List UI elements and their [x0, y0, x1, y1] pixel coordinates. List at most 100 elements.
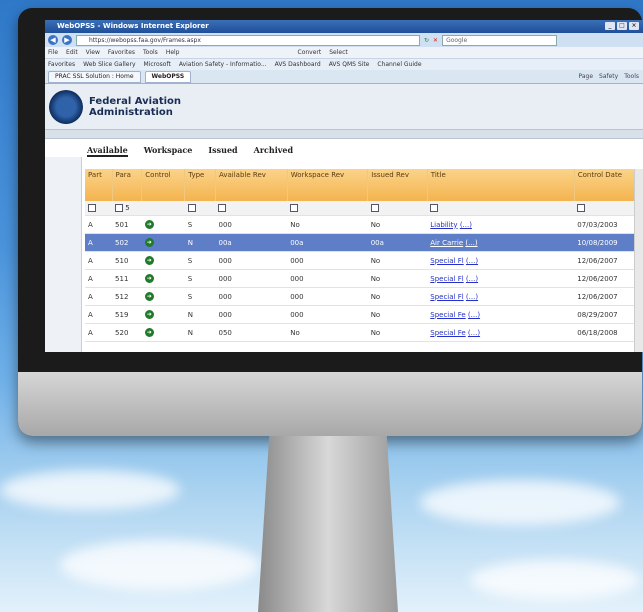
cell-control: ➜ [141, 215, 185, 234]
forward-button[interactable]: ▶ [62, 35, 72, 45]
filter-part[interactable] [85, 201, 113, 216]
menu-view[interactable]: View [86, 49, 100, 56]
menu-edit[interactable]: Edit [66, 49, 78, 56]
table-row[interactable]: A 512 ➜ S 000 000 No Special Fl (...) 12/06/2007 [85, 287, 643, 306]
close-button[interactable]: × [629, 22, 639, 30]
refresh-icon[interactable]: ↻ [424, 37, 429, 44]
go-arrow-icon[interactable]: ➜ [144, 292, 154, 301]
tab-issued[interactable]: Issued [208, 145, 237, 157]
title-link[interactable]: Special Fe [430, 329, 465, 337]
column-header-type[interactable]: Type [184, 169, 216, 201]
filter-icon[interactable] [218, 204, 227, 212]
cell-title: Special Fe (...) [427, 323, 575, 342]
command-tools[interactable]: Tools [624, 73, 639, 80]
filter-icon[interactable] [187, 204, 196, 212]
command-page[interactable]: Page [578, 73, 593, 80]
table-row[interactable]: A 520 ➜ N 050 No No Special Fe (...) 06/18/2008 [85, 323, 643, 342]
menu-favorites[interactable]: Favorites [108, 49, 135, 56]
table-row[interactable]: A 502 ➜ N 00a 00a 00a Air Carrie (...) 10/08/200… [85, 233, 643, 252]
column-header-para[interactable]: Para [112, 169, 143, 201]
column-header-control-date[interactable]: Control Date [574, 169, 643, 201]
column-header-part[interactable]: Part [85, 169, 113, 201]
table-row[interactable]: A 511 ➜ S 000 000 No Special Fl (...) 12/06/2007 [85, 269, 643, 288]
command-safety[interactable]: Safety [599, 73, 618, 80]
go-arrow-icon[interactable]: ➜ [144, 310, 154, 319]
tab-available[interactable]: Available [87, 145, 128, 157]
cell-control-date: 06/18/2008 [574, 323, 643, 342]
cell-type: S [184, 251, 216, 270]
cell-part: A [85, 269, 113, 288]
stop-icon[interactable]: ✕ [433, 37, 438, 44]
column-header-issued-rev[interactable]: Issued Rev [367, 169, 428, 201]
title-link[interactable]: Liability [430, 221, 457, 229]
favorites-item[interactable]: Web Slice Gallery [83, 61, 135, 68]
menu-tools[interactable]: Tools [143, 49, 158, 56]
title-more-link[interactable]: (...) [460, 221, 472, 229]
go-arrow-icon[interactable]: ➜ [144, 256, 154, 265]
filter-icon[interactable] [115, 204, 124, 212]
title-link[interactable]: Special Fl [430, 275, 463, 283]
cell-type: S [184, 215, 216, 234]
search-field[interactable]: Google [442, 34, 558, 46]
title-link[interactable]: Special Fe [430, 311, 465, 319]
go-arrow-icon[interactable]: ➜ [144, 238, 154, 247]
vertical-scrollbar[interactable] [634, 169, 643, 352]
title-more-link[interactable]: (...) [468, 311, 480, 319]
maximize-button[interactable]: □ [617, 22, 627, 30]
filter-control-date[interactable] [574, 201, 643, 216]
filter-available-rev[interactable] [215, 201, 288, 216]
title-link[interactable]: Special Fl [430, 257, 463, 265]
favorites-item[interactable]: AVS Dashboard [275, 61, 321, 68]
filter-type[interactable] [184, 201, 216, 216]
column-header-workspace-rev[interactable]: Workspace Rev [287, 169, 369, 201]
title-more-link[interactable]: (...) [466, 293, 478, 301]
title-link[interactable]: Air Carrie [430, 239, 463, 247]
tab-workspace[interactable]: Workspace [144, 145, 193, 157]
favorites-item[interactable]: Microsoft [144, 61, 171, 68]
filter-icon[interactable] [88, 204, 96, 212]
column-header-control[interactable]: Control [141, 169, 186, 201]
menu-help[interactable]: Help [166, 49, 180, 56]
filter-para-value[interactable]: 5 [125, 204, 129, 212]
sidebar-panel [45, 157, 82, 352]
favorites-item[interactable]: Aviation Safety - Informatio... [179, 61, 267, 68]
cell-issued-rev: No [367, 305, 428, 324]
back-button[interactable]: ◀ [48, 35, 58, 45]
menu-file[interactable]: File [48, 49, 58, 56]
cell-workspace-rev: 000 [287, 251, 368, 270]
filter-title[interactable] [427, 201, 575, 216]
title-more-link[interactable]: (...) [468, 329, 480, 337]
filter-icon[interactable] [290, 204, 299, 212]
title-more-link[interactable]: (...) [465, 239, 477, 247]
favorites-item[interactable]: Channel Guide [377, 61, 421, 68]
filter-icon[interactable] [370, 204, 379, 212]
convert-button[interactable]: Convert [298, 49, 322, 56]
cell-para: 501 [112, 215, 142, 234]
select-button[interactable]: Select [329, 49, 348, 56]
minimize-button[interactable]: _ [605, 22, 615, 30]
filter-icon[interactable] [430, 204, 439, 212]
filter-icon[interactable] [577, 204, 586, 212]
favorites-button[interactable]: Favorites [48, 61, 75, 68]
title-link[interactable]: Special Fl [430, 293, 463, 301]
title-more-link[interactable]: (...) [466, 275, 478, 283]
column-header-available-rev[interactable]: Available Rev [215, 169, 288, 201]
go-arrow-icon[interactable]: ➜ [144, 220, 154, 229]
title-more-link[interactable]: (...) [466, 257, 478, 265]
filter-issued-rev[interactable] [367, 201, 428, 216]
browser-tab-bar: PRAC SSL Solution : Home WebOPSS Page Sa… [45, 70, 643, 84]
url-field[interactable]: https://webopss.faa.gov/Frames.aspx [76, 34, 420, 46]
filter-workspace-rev[interactable] [287, 201, 368, 216]
column-header-title[interactable]: Title [427, 169, 575, 201]
go-arrow-icon[interactable]: ➜ [144, 274, 154, 283]
browser-tab-active[interactable]: WebOPSS [144, 70, 192, 83]
table-row[interactable]: A 510 ➜ S 000 000 No Special Fl (...) 12/06/2007 [85, 251, 643, 270]
table-row[interactable]: A 519 ➜ N 000 000 No Special Fe (...) 08/29/2007 [85, 305, 643, 324]
tab-archived[interactable]: Archived [254, 145, 293, 157]
filter-para[interactable]: 5 [112, 201, 142, 216]
table-row[interactable]: A 501 ➜ S 000 No No Liability (...) 07/03/2003 [85, 215, 643, 234]
cell-part: A [85, 251, 113, 270]
go-arrow-icon[interactable]: ➜ [144, 328, 154, 337]
favorites-item[interactable]: AVS QMS Site [329, 61, 370, 68]
browser-tab[interactable]: PRAC SSL Solution : Home [48, 70, 141, 83]
